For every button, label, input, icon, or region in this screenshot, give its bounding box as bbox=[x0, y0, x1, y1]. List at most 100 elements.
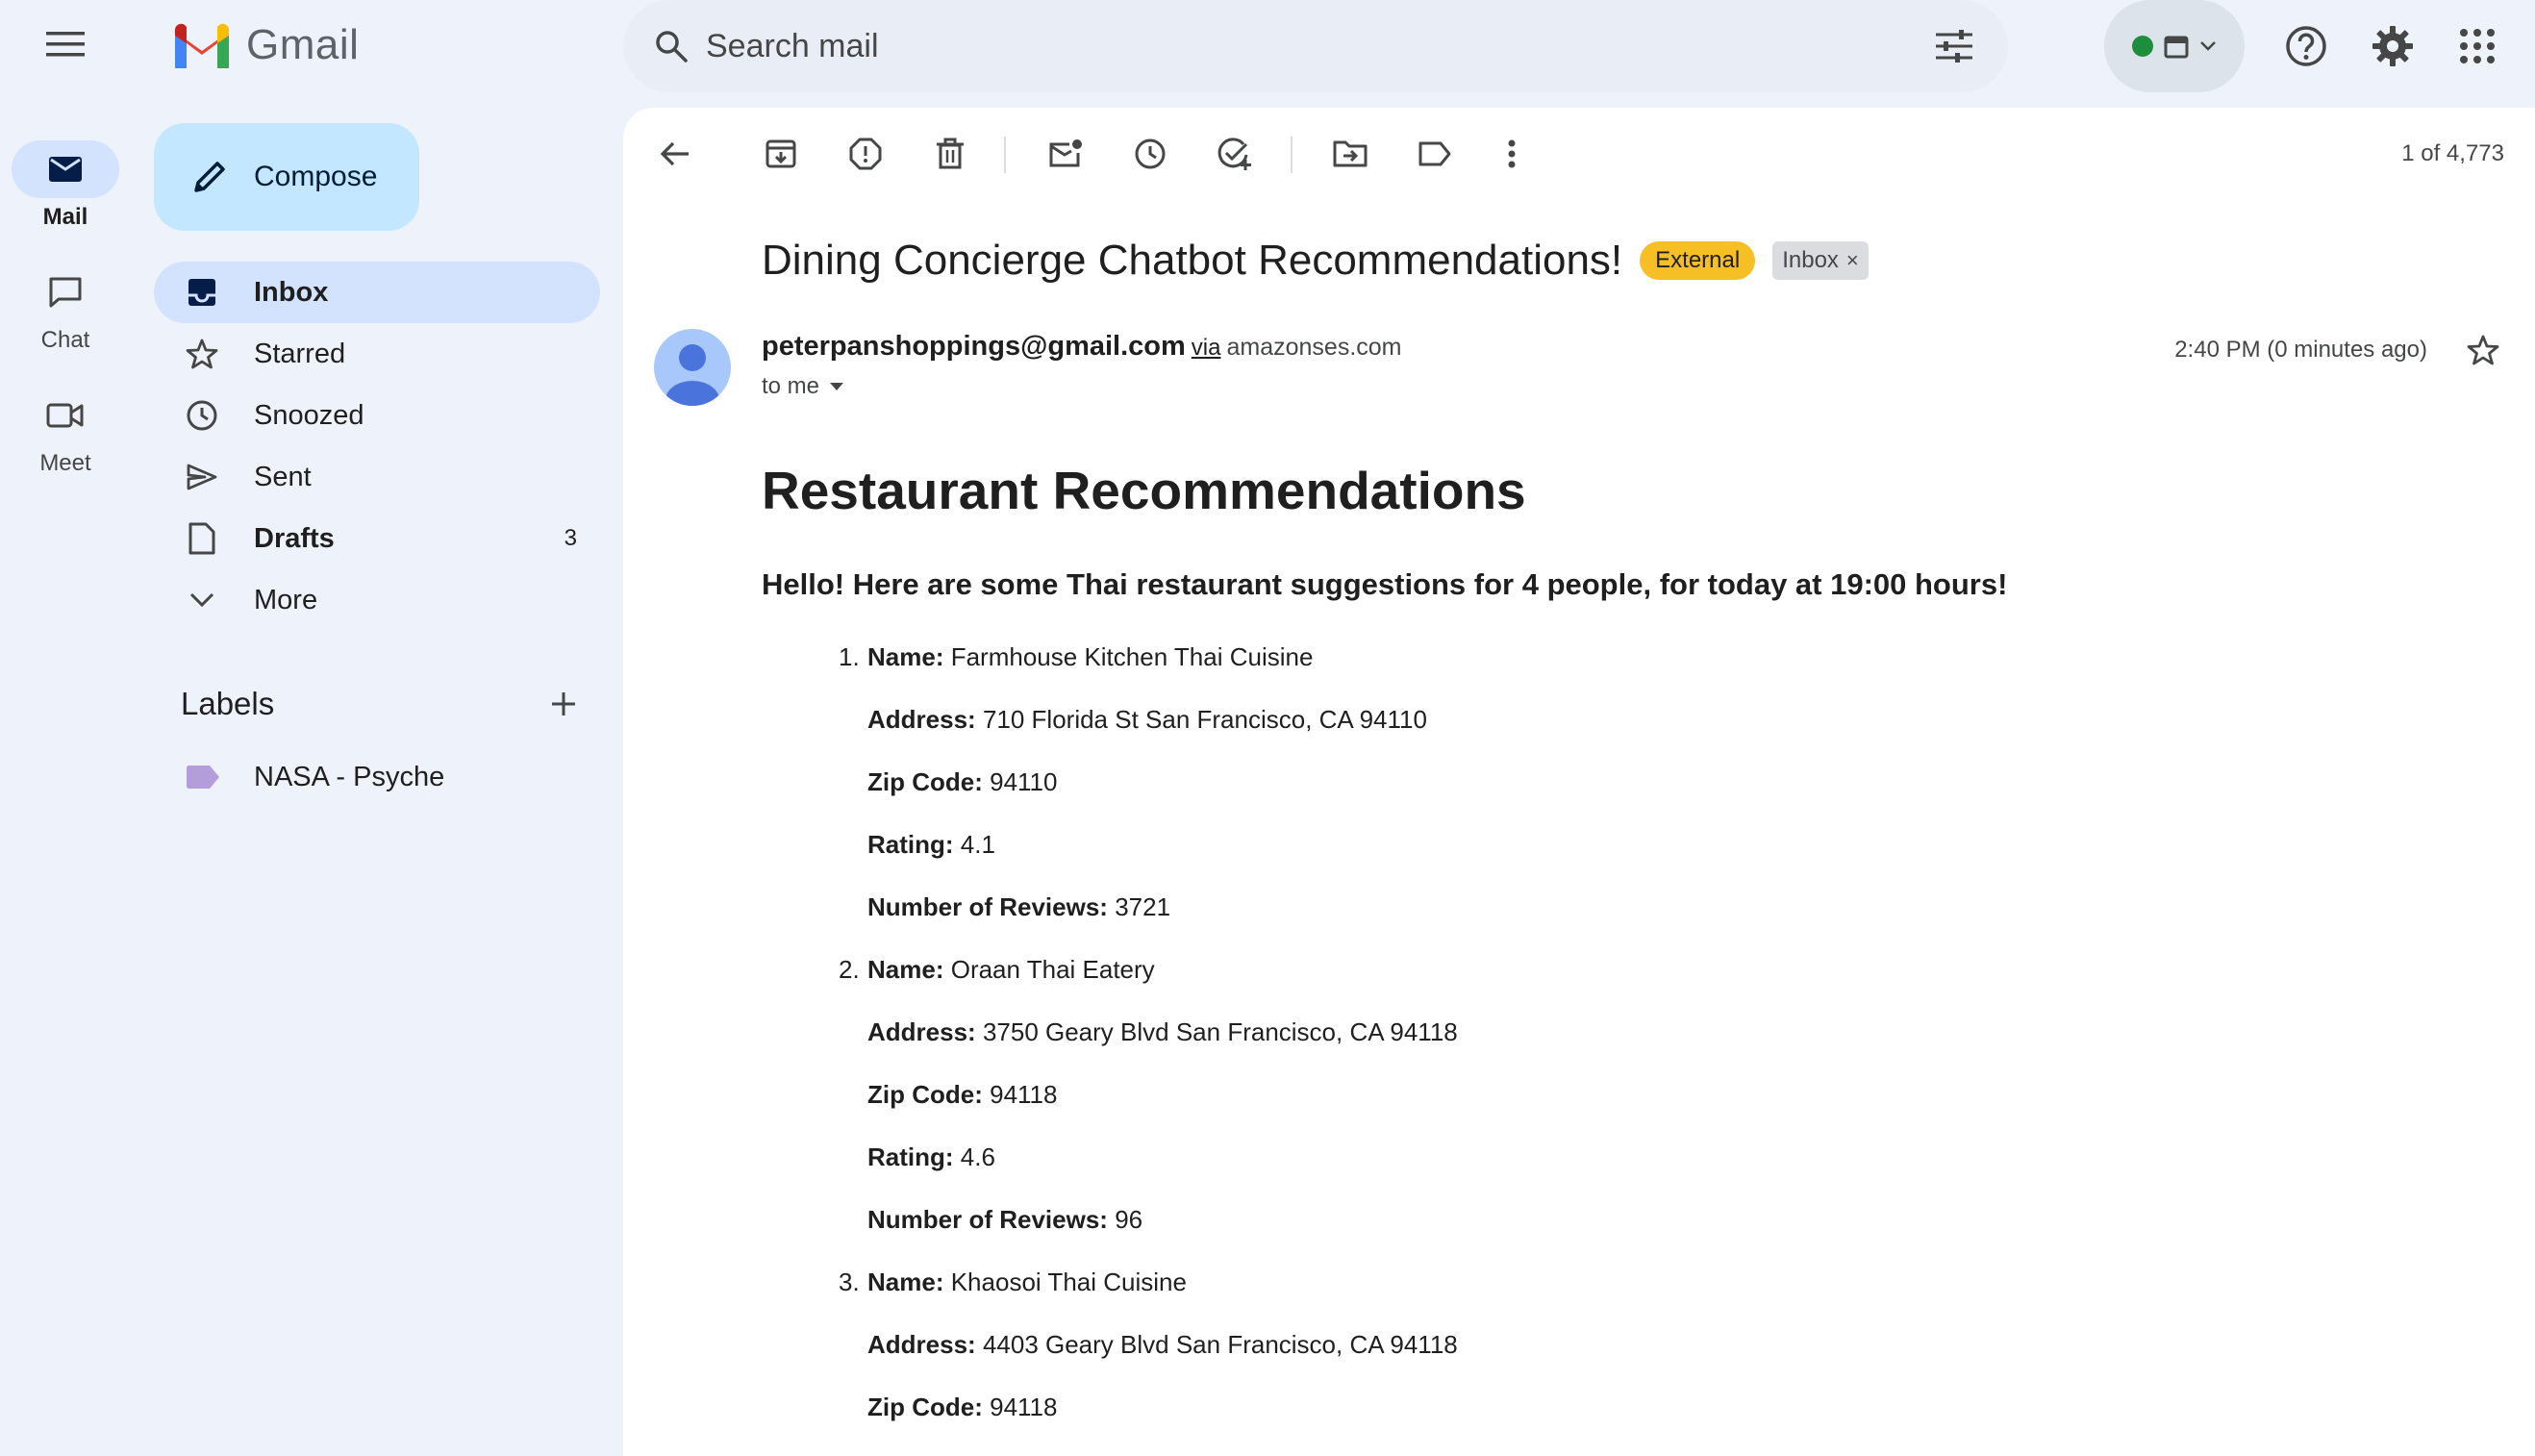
nav-item-snoozed[interactable]: Snoozed bbox=[154, 385, 600, 446]
restaurant-address: Address: 3750 Geary Blvd San Francisco, … bbox=[867, 1017, 1458, 1047]
add-task-icon bbox=[1217, 138, 1251, 170]
search-button[interactable] bbox=[646, 21, 696, 71]
support-button[interactable] bbox=[2277, 17, 2335, 75]
list-number: 1. bbox=[839, 642, 860, 671]
compose-label: Compose bbox=[254, 161, 378, 192]
recipient-details[interactable]: to me bbox=[762, 373, 844, 400]
mark-unread-button[interactable] bbox=[1041, 129, 1091, 179]
labels-header: Labels bbox=[181, 683, 585, 725]
field-label: Zip Code: bbox=[867, 767, 983, 796]
back-button[interactable] bbox=[650, 129, 700, 179]
inbox-chip-label: Inbox bbox=[1782, 247, 1839, 273]
search-icon bbox=[656, 31, 688, 63]
sender-avatar[interactable] bbox=[654, 329, 731, 406]
field-label: Number of Reviews: bbox=[867, 1205, 1108, 1234]
nav-item-sent[interactable]: Sent bbox=[154, 446, 600, 508]
restaurant-rating: Rating: 4.6 bbox=[867, 1142, 995, 1172]
app-name: Gmail bbox=[246, 21, 360, 68]
list-number: 2. bbox=[839, 955, 860, 984]
help-icon bbox=[2286, 26, 2326, 66]
inbox-icon bbox=[188, 279, 215, 306]
toolbar-divider bbox=[1291, 137, 1293, 173]
gmail-logo[interactable]: Gmail bbox=[171, 19, 359, 71]
nav-item-starred[interactable]: Starred bbox=[154, 323, 600, 385]
field-value: 3750 Geary Blvd San Francisco, CA 94118 bbox=[982, 1017, 1458, 1046]
report-spam-button[interactable] bbox=[841, 129, 891, 179]
body-greeting: Hello! Here are some Thai restaurant sug… bbox=[762, 567, 2008, 601]
more-options-button[interactable] bbox=[1487, 129, 1537, 179]
create-label-button[interactable] bbox=[542, 683, 585, 725]
status-dot-icon bbox=[2132, 36, 2153, 57]
meet-icon bbox=[46, 403, 84, 428]
star-icon bbox=[186, 339, 218, 369]
restaurant-address: Address: 4403 Geary Blvd San Francisco, … bbox=[867, 1330, 1458, 1360]
field-value: 96 bbox=[1115, 1205, 1143, 1234]
add-to-tasks-button[interactable] bbox=[1210, 129, 1260, 179]
search-bar bbox=[623, 0, 2008, 92]
field-value: Khaosoi Thai Cuisine bbox=[950, 1268, 1187, 1296]
archive-icon bbox=[766, 139, 796, 168]
status-selector[interactable] bbox=[2104, 0, 2245, 92]
move-to-button[interactable] bbox=[1325, 129, 1375, 179]
nav-item-drafts[interactable]: Drafts 3 bbox=[154, 508, 600, 569]
nav-label-starred: Starred bbox=[254, 338, 346, 369]
search-options-button[interactable] bbox=[1929, 21, 1979, 71]
field-value: 710 Florida St San Francisco, CA 94110 bbox=[982, 705, 1427, 734]
toolbar-divider bbox=[1004, 137, 1006, 173]
restaurant-name: Name: Khaosoi Thai Cuisine bbox=[867, 1268, 1187, 1297]
label-item-nasa-psyche[interactable]: NASA - Psyche bbox=[154, 746, 600, 808]
snooze-button[interactable] bbox=[1125, 129, 1175, 179]
hamburger-icon bbox=[46, 32, 85, 57]
restaurant-name: Name: Farmhouse Kitchen Thai Cuisine bbox=[867, 642, 1313, 672]
field-value: 4.6 bbox=[960, 1142, 995, 1171]
label-icon bbox=[1418, 141, 1451, 166]
settings-button[interactable] bbox=[2364, 17, 2422, 75]
remove-label-icon[interactable]: × bbox=[1846, 248, 1859, 273]
nav-item-inbox[interactable]: Inbox bbox=[154, 262, 600, 323]
star-outline-icon bbox=[2467, 335, 2499, 365]
rail-item-meet[interactable]: Meet bbox=[0, 387, 131, 477]
nav-item-more[interactable]: More bbox=[154, 569, 600, 631]
field-value: 94110 bbox=[990, 767, 1058, 796]
email-subject: Dining Concierge Chatbot Recommendations… bbox=[762, 237, 1623, 284]
sender-email[interactable]: peterpanshoppings@gmail.com bbox=[762, 331, 1186, 362]
restaurant-address: Address: 710 Florida St San Francisco, C… bbox=[867, 705, 1427, 735]
gmail-m-icon bbox=[175, 23, 229, 68]
field-label: Zip Code: bbox=[867, 1080, 983, 1109]
delete-button[interactable] bbox=[925, 129, 975, 179]
draft-icon bbox=[188, 522, 215, 555]
restaurant-name: Name: Oraan Thai Eatery bbox=[867, 955, 1155, 985]
labels-button[interactable] bbox=[1410, 129, 1460, 179]
rail-item-mail[interactable]: Mail bbox=[0, 140, 131, 231]
archive-button[interactable] bbox=[756, 129, 806, 179]
person-icon bbox=[665, 344, 719, 406]
label-tag-icon bbox=[187, 766, 219, 789]
inbox-label-chip[interactable]: Inbox × bbox=[1772, 241, 1869, 280]
recipient-label: to me bbox=[762, 373, 820, 399]
search-input[interactable] bbox=[706, 19, 1860, 73]
restaurant-reviews: Number of Reviews: 96 bbox=[867, 1205, 1142, 1235]
star-button[interactable] bbox=[2464, 331, 2502, 369]
field-value: 94118 bbox=[990, 1393, 1058, 1421]
field-value: 4.1 bbox=[960, 830, 995, 859]
report-icon bbox=[849, 138, 882, 170]
field-label: Rating: bbox=[867, 1142, 954, 1171]
compose-button[interactable]: Compose bbox=[154, 123, 419, 231]
move-folder-icon bbox=[1333, 140, 1368, 167]
rail-item-chat[interactable]: Chat bbox=[0, 264, 131, 354]
message-timestamp: 2:40 PM (0 minutes ago) bbox=[2174, 337, 2427, 363]
apps-button[interactable] bbox=[2448, 17, 2506, 75]
chevron-down-icon bbox=[189, 592, 214, 608]
restaurant-zip: Zip Code: 94118 bbox=[867, 1080, 1057, 1110]
field-label: Rating: bbox=[867, 830, 954, 859]
body-heading: Restaurant Recommendations bbox=[762, 461, 1526, 520]
restaurant-zip: Zip Code: 94110 bbox=[867, 767, 1057, 797]
via-link[interactable]: via bbox=[1192, 335, 1221, 361]
gear-icon bbox=[2372, 26, 2413, 66]
field-value: 3721 bbox=[1115, 892, 1171, 921]
nav-label-snoozed: Snoozed bbox=[254, 399, 364, 431]
pencil-icon bbox=[194, 162, 225, 192]
message-toolbar: 1 of 4,773 bbox=[623, 108, 2535, 200]
main-menu-button[interactable] bbox=[38, 17, 92, 71]
field-label: Address: bbox=[867, 1017, 976, 1046]
